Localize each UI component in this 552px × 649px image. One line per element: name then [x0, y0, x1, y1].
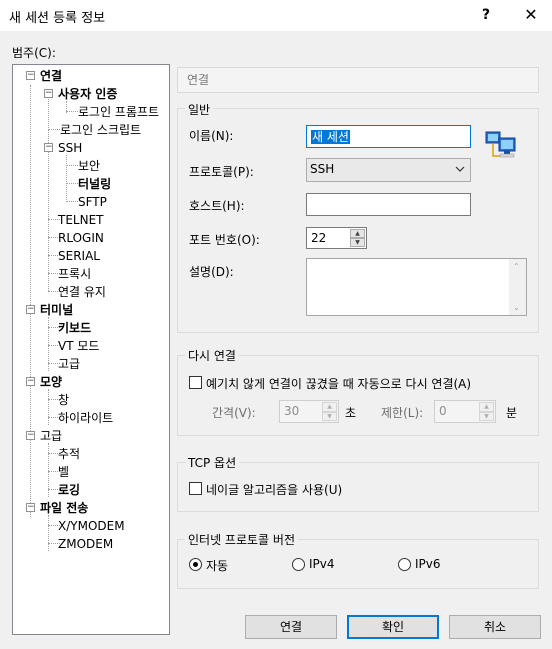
collapse-icon[interactable]: − [26, 503, 35, 512]
interval-value: 30 [284, 404, 300, 418]
tree-line [30, 85, 31, 517]
collapse-icon[interactable]: − [26, 377, 35, 386]
interval-unit: 초 [345, 406, 357, 420]
tree-line [48, 389, 49, 425]
port-label: 포트 번호(O): [189, 233, 260, 247]
tree-line [48, 94, 49, 130]
description-textarea[interactable]: ⌃ ⌄ [306, 258, 527, 316]
tree-item-login-prompt[interactable]: 로그인 프롬프트 [78, 103, 159, 121]
category-tree[interactable]: − − − − − − − 연결 사용자 인증 로그인 프롬프트 로그인 스크립… [12, 64, 170, 635]
description-label: 설명(D): [189, 265, 234, 279]
name-input[interactable]: 새 세션 [306, 125, 471, 148]
collapse-icon[interactable]: − [26, 431, 35, 440]
connect-button[interactable]: 연결 [245, 615, 337, 639]
interval-label: 간격(V): [212, 406, 256, 420]
tree-item-window[interactable]: 창 [58, 391, 69, 409]
tree-item-bell[interactable]: 벨 [58, 463, 69, 481]
auto-reconnect-label[interactable]: 예기치 않게 연결이 끊겼을 때 자동으로 다시 연결(A) [206, 375, 471, 392]
collapse-icon[interactable]: − [44, 89, 53, 98]
tree-line [48, 130, 49, 291]
protocol-select[interactable]: SSH [306, 158, 471, 182]
ipv4-radio[interactable] [292, 558, 305, 571]
close-button[interactable]: ✕ [512, 1, 550, 29]
ipv6-label[interactable]: IPv6 [415, 557, 441, 571]
tree-item-rlogin[interactable]: RLOGIN [58, 229, 104, 247]
tree-item-vt-mode[interactable]: VT 모드 [58, 337, 99, 355]
computer-network-icon [483, 129, 519, 163]
reconnect-group-title: 다시 연결 [185, 347, 239, 364]
tree-item-appearance[interactable]: 모양 [40, 373, 62, 391]
tcp-options-title: TCP 옵션 [185, 454, 240, 471]
tree-item-connection[interactable]: 연결 [40, 67, 62, 85]
scroll-down-icon[interactable]: ⌄ [513, 303, 520, 312]
interval-spinner[interactable]: 30 ▲ ▼ [279, 400, 339, 423]
chevron-down-icon [455, 159, 465, 187]
tree-item-trace[interactable]: 추적 [58, 445, 80, 463]
nagle-label[interactable]: 네이글 알고리즘을 사용(U) [206, 481, 342, 498]
spin-down-icon[interactable]: ▼ [322, 411, 337, 421]
protocol-label: 프로토콜(P): [189, 165, 254, 179]
nagle-checkbox[interactable] [189, 482, 202, 495]
tree-item-telnet[interactable]: TELNET [58, 211, 104, 229]
help-button[interactable]: ? [469, 1, 503, 29]
spin-down-icon[interactable]: ▼ [350, 238, 365, 247]
tree-item-sftp[interactable]: SFTP [78, 193, 107, 211]
tree-item-keepalive[interactable]: 연결 유지 [58, 283, 106, 301]
tree-item-login-script[interactable]: 로그인 스크립트 [60, 121, 141, 139]
ipv4-label[interactable]: IPv4 [309, 557, 335, 571]
window-title: 새 세션 등록 정보 [9, 11, 106, 26]
limit-spinner[interactable]: 0 ▲ ▼ [434, 400, 496, 423]
tree-item-highlight[interactable]: 하이라이트 [58, 409, 113, 427]
host-label: 호스트(H): [189, 199, 245, 213]
tree-item-xymodem[interactable]: X/YMODEM [58, 517, 125, 535]
ip-auto-label[interactable]: 자동 [206, 557, 228, 574]
limit-unit: 분 [506, 406, 518, 420]
ip-version-title: 인터넷 프로토콜 버전 [185, 531, 298, 548]
host-input[interactable] [306, 193, 471, 216]
scroll-up-icon[interactable]: ⌃ [513, 262, 520, 271]
name-input-value: 새 세션 [311, 130, 350, 144]
limit-value: 0 [439, 404, 447, 418]
auto-reconnect-checkbox[interactable] [189, 376, 202, 389]
protocol-select-value: SSH [310, 162, 335, 176]
spin-up-icon[interactable]: ▲ [350, 229, 365, 238]
port-spinner[interactable]: 22 ▲ ▼ [306, 227, 367, 249]
ip-auto-radio[interactable] [189, 558, 202, 571]
limit-label: 제한(L): [381, 406, 424, 420]
general-group-title: 일반 [185, 101, 214, 118]
tree-item-keyboard[interactable]: 키보드 [58, 319, 91, 337]
tree-item-tunneling[interactable]: 터널링 [78, 175, 111, 193]
tree-item-security[interactable]: 보안 [78, 157, 100, 175]
ok-button[interactable]: 확인 [347, 615, 439, 639]
reconnect-group [177, 355, 539, 436]
spin-up-icon[interactable]: ▲ [322, 402, 337, 412]
cancel-button[interactable]: 취소 [449, 615, 541, 639]
tree-item-terminal-advanced[interactable]: 고급 [58, 355, 80, 373]
tree-line [66, 155, 67, 202]
collapse-icon[interactable]: − [26, 71, 35, 80]
tree-item-proxy[interactable]: 프록시 [58, 265, 91, 283]
spin-up-icon[interactable]: ▲ [479, 402, 494, 412]
page-title: 연결 [177, 67, 539, 93]
category-label: 범주(C): [12, 46, 56, 60]
tree-item-user-auth[interactable]: 사용자 인증 [58, 85, 117, 103]
ipv6-radio[interactable] [398, 558, 411, 571]
collapse-icon[interactable]: − [26, 305, 35, 314]
tree-line [48, 515, 49, 551]
tree-item-zmodem[interactable]: ZMODEM [58, 535, 113, 553]
scrollbar[interactable]: ⌃ ⌄ [509, 259, 526, 315]
tree-item-serial[interactable]: SERIAL [58, 247, 100, 265]
port-value: 22 [311, 231, 327, 245]
tree-item-logging[interactable]: 로깅 [58, 481, 80, 499]
tree-item-file-transfer[interactable]: 파일 전송 [40, 499, 88, 517]
name-label: 이름(N): [189, 129, 234, 143]
collapse-icon[interactable]: − [44, 143, 53, 152]
tree-item-ssh[interactable]: SSH [58, 139, 82, 157]
spin-down-icon[interactable]: ▼ [479, 411, 494, 421]
tree-item-advanced[interactable]: 고급 [40, 427, 62, 445]
title-bar: 새 세션 등록 정보 ? ✕ [0, 0, 552, 31]
tree-item-terminal[interactable]: 터미널 [40, 301, 73, 319]
